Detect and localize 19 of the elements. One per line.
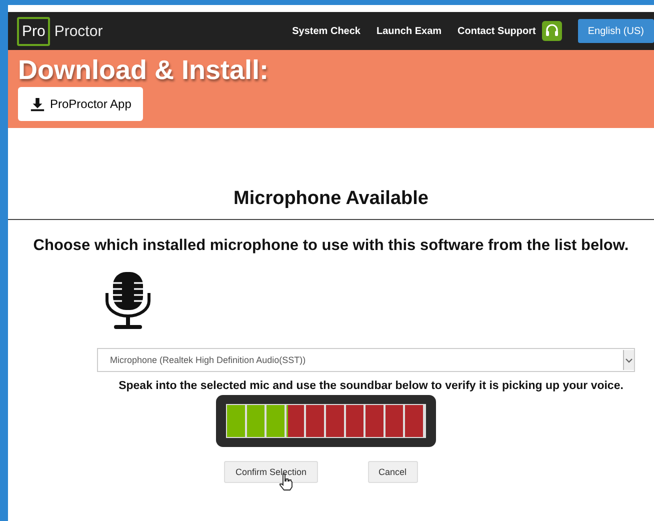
download-icon: [30, 96, 45, 112]
confirm-button[interactable]: Confirm Selection: [224, 461, 318, 483]
caret-icon: [623, 350, 634, 370]
nav-link[interactable]: Launch Exam: [376, 26, 442, 36]
banner-title: Download & Install:: [18, 56, 270, 84]
section-title: Microphone Available: [234, 188, 428, 210]
logo-text: Proctor: [54, 22, 103, 40]
nav-link[interactable]: Contact Support: [458, 26, 536, 36]
hint-text: Speak into the selected mic and use the soundbar below to verify it is picking up your voice.: [118, 380, 624, 392]
microphone-select[interactable]: Microphone (Realtek High Definition Audio(SST)): [97, 348, 635, 372]
logo-text: Pro: [17, 16, 50, 46]
nav-link[interactable]: System Check: [292, 26, 360, 36]
language-button[interactable]: English (US): [578, 19, 654, 43]
microphone-icon: [104, 271, 152, 331]
instructions-text: Choose which installed microphone to use with this software from the list below.: [33, 237, 629, 255]
download-button[interactable]: ProProctor App: [18, 87, 144, 121]
headset-icon[interactable]: [542, 21, 562, 41]
cancel-button[interactable]: Cancel: [368, 461, 418, 483]
logo[interactable]: Pro Proctor: [17, 16, 103, 46]
